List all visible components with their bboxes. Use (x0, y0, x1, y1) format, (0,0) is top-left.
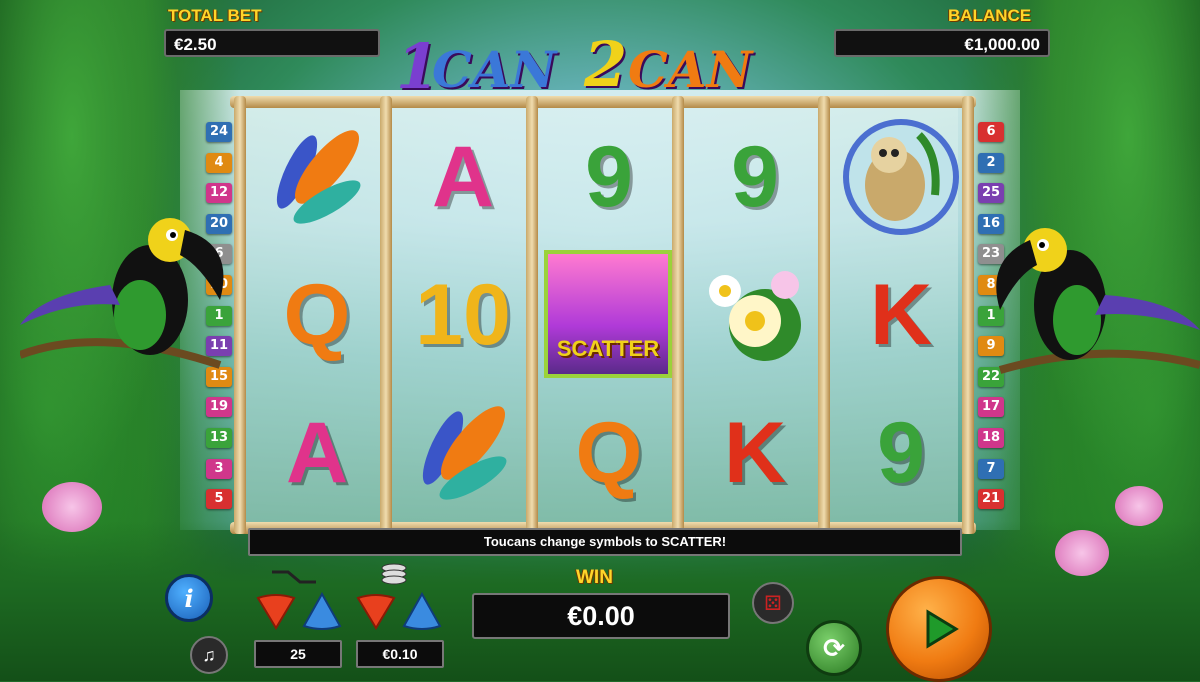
balance-display: €1,000.00 (834, 29, 1050, 57)
toucan-right (996, 228, 1200, 374)
payline-indicator[interactable]: 6 (978, 122, 1004, 142)
symbol-kiwi-q: Q (252, 250, 382, 380)
info-button[interactable]: i (165, 574, 213, 622)
plumeria-icon (709, 271, 801, 361)
lines-icon (272, 570, 316, 584)
spin-button[interactable] (886, 576, 992, 682)
payline-indicator[interactable]: 24 (206, 122, 232, 142)
coin-decrease-button[interactable] (354, 592, 398, 632)
bamboo-pole (526, 96, 538, 534)
symbol-feathers (398, 388, 528, 518)
symbol-papaya-k: K (836, 250, 966, 380)
coin-value: €0.10 (356, 640, 444, 668)
max-bet-button[interactable]: ⚄ (752, 582, 794, 624)
symbol-letter: 9 (877, 405, 925, 501)
music-note-icon: ♫ (202, 644, 216, 665)
pink-flower-decoration (1055, 530, 1109, 576)
bamboo-pole (672, 96, 684, 534)
symbol-letter: A (285, 405, 349, 501)
win-display: €0.00 (472, 593, 730, 639)
payline-indicator[interactable]: 21 (978, 489, 1004, 510)
dice-icon: ⚄ (764, 592, 782, 615)
symbol-letter: Q (283, 267, 351, 363)
symbol-pineapple-a: A (252, 388, 382, 518)
symbol-pineapple-a: A (398, 112, 528, 242)
message-bar: Toucans change symbols to SCATTER! (248, 528, 962, 556)
payline-indicator[interactable]: 5 (206, 489, 232, 510)
symbol-scatter: SCATTER (544, 250, 672, 378)
symbol-passionfruit-9: 9 (544, 112, 674, 242)
symbol-letter: A (431, 129, 495, 225)
payline-indicator[interactable]: 19 (206, 397, 232, 418)
pink-flower-decoration (1115, 486, 1163, 526)
coin-increase-button[interactable] (400, 592, 444, 632)
payline-indicator[interactable]: 25 (978, 183, 1004, 204)
toucan-left (20, 218, 224, 369)
pink-flower-decoration (42, 482, 102, 532)
logo-word-1: CAN (432, 40, 557, 99)
feathers-icon (422, 406, 507, 500)
feathers-icon (276, 130, 361, 224)
symbol-letter: Q (575, 405, 643, 501)
payline-indicator[interactable]: 13 (206, 428, 232, 448)
payline-indicator[interactable]: 3 (206, 458, 232, 479)
symbol-flowers (690, 250, 820, 380)
symbol-letter: 10 (415, 267, 511, 363)
payline-indicator[interactable]: 2 (978, 152, 1004, 173)
lines-value: 25 (254, 640, 342, 668)
play-icon (926, 609, 959, 649)
payline-indicator[interactable]: 12 (206, 183, 232, 204)
symbol-letter: 9 (585, 129, 633, 225)
logo-word-2: CAN (628, 40, 753, 99)
symbol-letter: K (869, 267, 933, 363)
sloth-icon (843, 119, 959, 235)
symbol-papaya-k: K (690, 388, 820, 518)
total-bet-display: €2.50 (164, 29, 380, 57)
win-label: WIN (576, 567, 613, 588)
bamboo-pole (380, 96, 392, 534)
payline-indicator[interactable]: 4 (206, 152, 232, 173)
sound-button[interactable]: ♫ (190, 636, 228, 674)
symbol-passionfruit-9: 9 (690, 112, 820, 242)
payline-indicator[interactable]: 7 (978, 458, 1004, 479)
symbol-pomegranate-10: 10 (398, 250, 528, 380)
coin-stack-icon (381, 563, 407, 585)
payline-indicator[interactable]: 18 (978, 428, 1004, 448)
balance-label: BALANCE (948, 6, 1032, 25)
symbol-letter: K (723, 405, 787, 501)
autoplay-button[interactable]: ⟳ (806, 620, 862, 676)
symbol-passionfruit-9: 9 (836, 388, 966, 518)
logo-digit-2: 2 (584, 28, 628, 101)
refresh-icon: ⟳ (823, 632, 845, 663)
payline-indicator[interactable]: 17 (978, 397, 1004, 418)
symbol-letter: 9 (731, 129, 779, 225)
bamboo-pole (818, 96, 830, 534)
bamboo-pole (962, 96, 974, 534)
total-bet-label: TOTAL BET (168, 6, 262, 25)
symbol-sloth (836, 112, 966, 242)
symbol-kiwi-q: Q (544, 388, 674, 518)
scatter-label: SCATTER (556, 336, 660, 361)
lines-increase-button[interactable] (300, 592, 344, 632)
lines-decrease-button[interactable] (254, 592, 298, 632)
bamboo-top-beam (230, 96, 976, 108)
info-icon: i (184, 583, 194, 613)
symbol-feathers (252, 112, 382, 242)
